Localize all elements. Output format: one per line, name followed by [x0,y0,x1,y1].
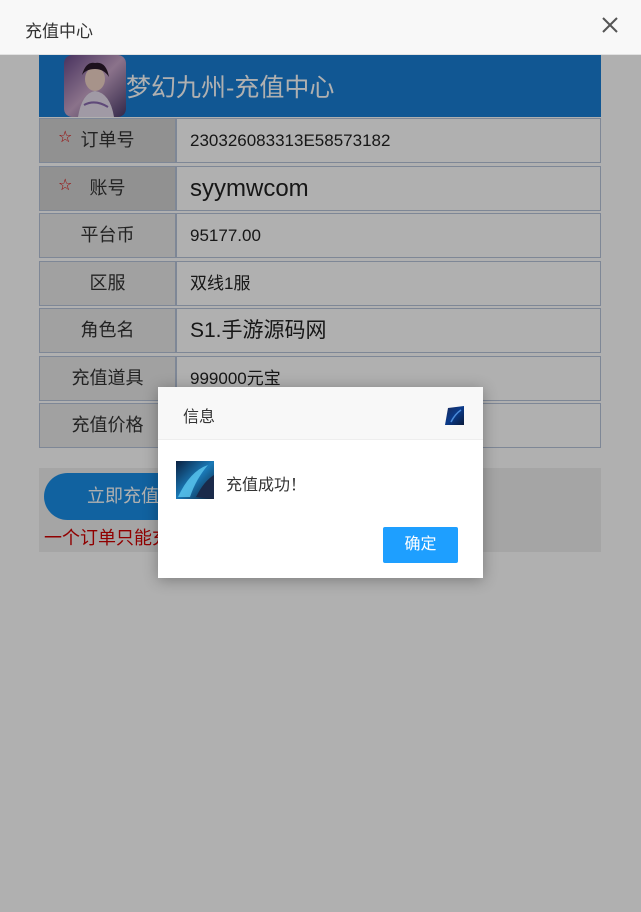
info-dialog: 信息 充值成功！ 确定 [158,387,483,578]
dialog-header: 信息 [158,387,483,440]
dialog-title: 信息 [183,409,216,426]
dialog-message: 充值成功！ [226,477,307,494]
window-title: 充值中心 [25,22,93,41]
close-icon[interactable] [599,14,621,36]
success-icon [176,461,214,499]
confirm-button[interactable]: 确定 [383,527,458,563]
window-titlebar: 充值中心 [0,0,641,55]
dialog-close-icon[interactable] [445,406,464,425]
